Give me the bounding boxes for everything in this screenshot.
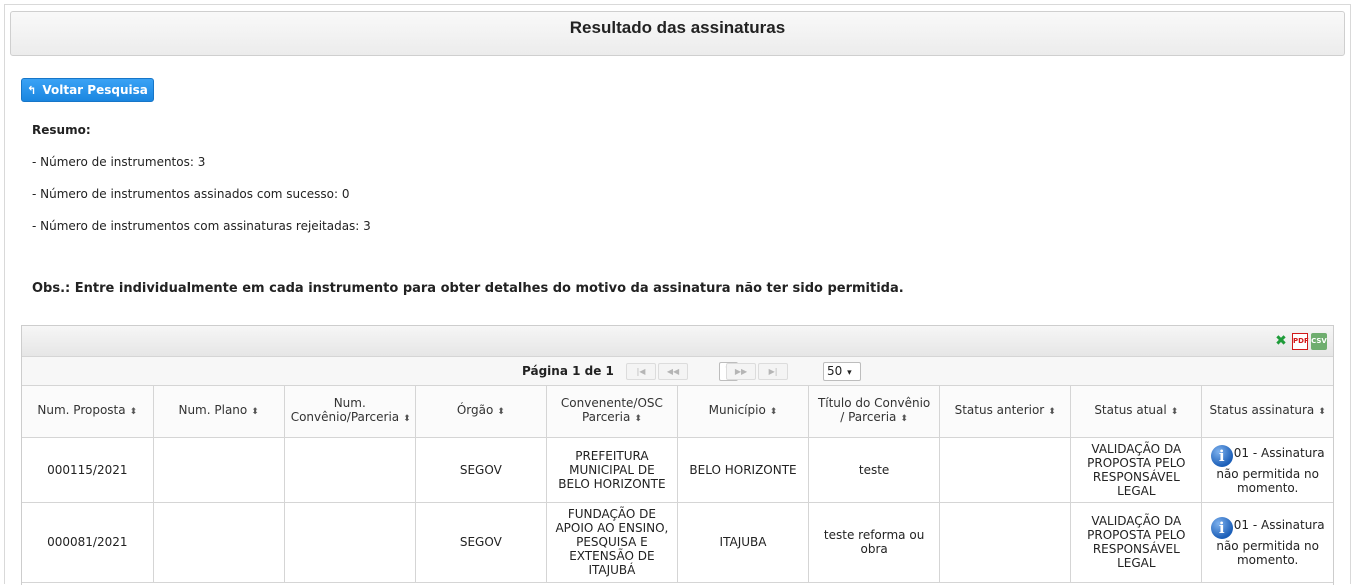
cell-num-proposta: 000115/2021 [22, 437, 154, 503]
cell-status-anterior [939, 437, 1072, 503]
table-row[interactable]: 000081/2021 SEGOV FUNDAÇÃO DE APOIO AO E… [22, 502, 1333, 583]
cell-num-plano [153, 437, 285, 503]
cell-num-plano [153, 502, 285, 583]
csv-icon[interactable]: CSV [1311, 333, 1327, 350]
col-status-atual[interactable]: Status atual ⬍ [1070, 386, 1203, 438]
pager: Página 1 de 1 |◀ ◀◀ 1 ▶▶ ▶| 50 ▾ [22, 357, 1333, 386]
prev-page-button[interactable]: ◀◀ [658, 363, 688, 380]
col-status-assinatura[interactable]: Status assinatura ⬍ [1201, 386, 1333, 438]
grid-toolbar: ✖ PDF CSV [22, 326, 1333, 357]
sort-icon: ⬍ [1048, 407, 1056, 418]
summary-signed-success: - Número de instrumentos assinados com s… [32, 187, 350, 201]
sort-icon: ⬍ [403, 414, 411, 425]
cell-convenente: PREFEITURA MUNICIPAL DE BELO HORIZONTE [546, 437, 678, 503]
sort-icon: ⬍ [769, 407, 778, 418]
next-page-button[interactable]: ▶▶ [726, 363, 756, 380]
cell-municipio: BELO HORIZONTE [677, 437, 810, 503]
cell-status-assinatura: i 01 - Assinatura não permitida no moment… [1201, 437, 1333, 503]
results-grid: ✖ PDF CSV Página 1 de 1 |◀ ◀◀ 1 ▶▶ ▶| 50… [21, 325, 1334, 585]
back-button-label: Voltar Pesquisa [42, 83, 148, 97]
col-num-proposta[interactable]: Num. Proposta ⬍ [22, 386, 154, 438]
cell-titulo: teste reforma ou obra [808, 502, 941, 583]
cell-num-convenio [284, 437, 416, 503]
last-page-button[interactable]: ▶| [758, 363, 788, 380]
first-page-button[interactable]: |◀ [626, 363, 656, 380]
results-table: Num. Proposta ⬍ Num. Plano ⬍ Num. Convênio… [22, 386, 1333, 583]
cell-num-proposta: 000081/2021 [22, 502, 154, 583]
info-icon[interactable]: i [1210, 444, 1233, 467]
sort-icon: ⬍ [251, 407, 259, 418]
chevron-down-icon: ▾ [847, 368, 852, 378]
sort-icon: ⬍ [1318, 407, 1326, 418]
col-municipio[interactable]: Município ⬍ [677, 386, 810, 438]
page-info: Página 1 de 1 [522, 364, 614, 378]
pdf-icon[interactable]: PDF [1292, 333, 1309, 350]
excel-icon[interactable]: ✖ [1273, 333, 1289, 350]
page-size-value: 50 [827, 364, 843, 378]
observation-note: Obs.: Entre individualmente em cada inst… [32, 281, 904, 296]
cell-status-assinatura: i 01 - Assinatura não permitida no moment… [1201, 502, 1333, 583]
cell-num-convenio [284, 502, 416, 583]
col-titulo[interactable]: Título do Convênio / Parceria ⬍ [808, 386, 941, 438]
summary-title: Resumo: [32, 123, 91, 137]
export-buttons: ✖ PDF CSV [1273, 333, 1327, 350]
summary-rejected: - Número de instrumentos com assinaturas… [32, 219, 371, 233]
cell-status-atual: VALIDAÇÃO DA PROPOSTA PELO RESPONSÁVEL L… [1070, 502, 1203, 583]
cell-status-anterior [939, 502, 1072, 583]
summary-total-instruments: - Número de instrumentos: 3 [32, 155, 206, 169]
sort-icon: ⬍ [497, 407, 505, 418]
page-title: Resultado das assinaturas [10, 11, 1345, 56]
cell-municipio: ITAJUBA [677, 502, 810, 583]
col-status-anterior[interactable]: Status anterior ⬍ [939, 386, 1072, 438]
cell-status-atual: VALIDAÇÃO DA PROPOSTA PELO RESPONSÁVEL L… [1070, 437, 1203, 503]
cell-orgao: SEGOV [415, 437, 547, 503]
cell-orgao: SEGOV [415, 502, 547, 583]
sort-icon: ⬍ [900, 414, 908, 425]
back-to-search-button[interactable]: ↰ Voltar Pesquisa [21, 78, 154, 102]
col-convenente[interactable]: Convenente/OSC Parceria ⬍ [546, 386, 678, 438]
col-num-plano[interactable]: Num. Plano ⬍ [153, 386, 285, 438]
back-arrow-icon: ↰ [27, 83, 37, 97]
table-row[interactable]: 000115/2021 SEGOV PREFEITURA MUNICIPAL D… [22, 437, 1333, 503]
sort-icon: ⬍ [129, 407, 138, 418]
page-size-select[interactable]: 50 ▾ [823, 362, 861, 381]
cell-titulo: teste [808, 437, 941, 503]
cell-convenente: FUNDAÇÃO DE APOIO AO ENSINO, PESQUISA E … [546, 502, 678, 583]
sort-icon: ⬍ [634, 414, 642, 425]
sort-icon: ⬍ [1170, 407, 1179, 418]
info-icon[interactable]: i [1210, 517, 1233, 539]
col-num-convenio[interactable]: Num. Convênio/Parceria ⬍ [284, 386, 416, 438]
col-orgao[interactable]: Órgão ⬍ [415, 386, 547, 438]
table-header-row: Num. Proposta ⬍ Num. Plano ⬍ Num. Convênio… [22, 386, 1333, 438]
